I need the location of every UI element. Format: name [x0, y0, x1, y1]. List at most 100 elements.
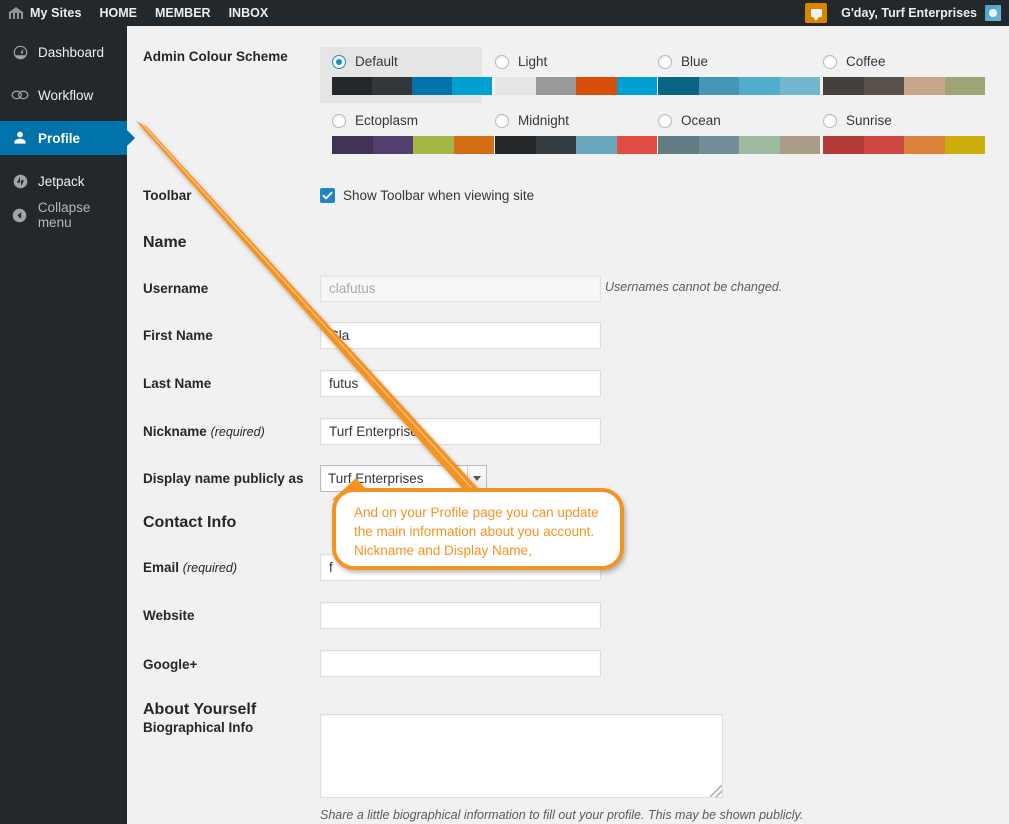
swatch	[332, 136, 373, 154]
email-label: Email (required)	[143, 560, 237, 575]
swatch	[576, 136, 617, 154]
first-name-input[interactable]	[320, 322, 601, 349]
colour-scheme-default-label: Default	[355, 54, 398, 69]
sidebar-item-profile[interactable]: Profile	[0, 121, 127, 155]
colour-scheme-ocean[interactable]: Ocean	[658, 112, 820, 154]
colour-scheme-blue[interactable]: Blue	[658, 53, 820, 95]
swatch	[904, 136, 945, 154]
adminbar-item-home-label: HOME	[100, 0, 138, 26]
admin-sidebar-menu: Dashboard Workflow Profile	[0, 26, 127, 824]
palette-sunrise	[823, 136, 985, 154]
sidebar-item-dashboard[interactable]: Dashboard	[0, 35, 127, 69]
email-required-text: (required)	[183, 561, 237, 575]
adminbar-item-member[interactable]: MEMBER	[146, 0, 220, 26]
colour-scheme-midnight-label: Midnight	[518, 113, 569, 128]
sidebar-item-jetpack[interactable]: Jetpack	[0, 164, 127, 198]
radio-default[interactable]	[332, 55, 346, 69]
adminbar-item-home[interactable]: HOME	[91, 0, 147, 26]
colour-scheme-light[interactable]: Light	[495, 53, 657, 95]
colour-scheme-coffee[interactable]: Coffee	[823, 53, 985, 95]
swatch	[452, 77, 492, 95]
colour-scheme-midnight[interactable]: Midnight	[495, 112, 657, 154]
colour-scheme-ectoplasm-label: Ectoplasm	[355, 113, 418, 128]
nickname-input[interactable]	[320, 418, 601, 445]
colour-scheme-light-label: Light	[518, 54, 547, 69]
show-toolbar-label: Show Toolbar when viewing site	[343, 188, 534, 203]
swatch	[823, 136, 864, 154]
last-name-input[interactable]	[320, 370, 601, 397]
chevron-down-icon[interactable]	[467, 466, 486, 491]
colour-scheme-ocean-label: Ocean	[681, 113, 721, 128]
biographical-info-label: Biographical Info	[143, 720, 253, 735]
contact-info-heading: Contact Info	[143, 514, 236, 532]
website-label: Website	[143, 608, 195, 623]
swatch	[658, 136, 699, 154]
colour-scheme-sunrise-label: Sunrise	[846, 113, 892, 128]
googleplus-label: Google+	[143, 657, 197, 672]
biographical-info-textarea[interactable]	[320, 714, 723, 798]
palette-default	[332, 77, 492, 95]
radio-blue[interactable]	[658, 55, 672, 69]
profile-form: Admin Colour Scheme Default Light	[127, 26, 1009, 824]
name-section-heading: Name	[143, 234, 187, 252]
workflow-links-icon	[10, 88, 30, 102]
colour-scheme-coffee-label: Coffee	[846, 54, 886, 69]
radio-sunrise[interactable]	[823, 114, 837, 128]
radio-ectoplasm[interactable]	[332, 114, 346, 128]
show-toolbar-checkbox-row[interactable]: Show Toolbar when viewing site	[320, 188, 534, 203]
swatch	[780, 136, 821, 154]
colour-scheme-ectoplasm[interactable]: Ectoplasm	[332, 112, 494, 154]
swatch	[495, 136, 536, 154]
sidebar-item-workflow-label: Workflow	[38, 88, 93, 103]
username-input	[320, 275, 601, 302]
adminbar-item-inbox[interactable]: INBOX	[220, 0, 278, 26]
adminbar-greeting[interactable]: G'day, Turf Enterprises	[841, 0, 977, 26]
swatch	[864, 77, 905, 95]
radio-coffee[interactable]	[823, 55, 837, 69]
nickname-required-text: (required)	[211, 425, 265, 439]
admin-bar: My Sites HOME MEMBER INBOX G'day, Turf E…	[0, 0, 1009, 26]
sidebar-item-collapse-menu[interactable]: Collapse menu	[0, 198, 127, 232]
swatch	[739, 77, 780, 95]
biographical-info-hint: Share a little biographical information …	[320, 808, 803, 822]
adminbar-my-sites-label: My Sites	[30, 0, 82, 26]
display-name-select[interactable]: Turf Enterprises	[320, 465, 487, 492]
toolbar-label: Toolbar	[143, 188, 192, 203]
swatch	[699, 77, 740, 95]
dashboard-icon	[10, 44, 30, 61]
username-hint: Usernames cannot be changed.	[605, 280, 782, 294]
swatch	[904, 77, 945, 95]
jetpack-icon	[10, 173, 30, 190]
avatar[interactable]	[985, 5, 1001, 21]
swatch	[454, 136, 495, 154]
adminbar-right-group: G'day, Turf Enterprises	[805, 0, 1009, 26]
swatch	[945, 136, 986, 154]
adminbar-my-sites[interactable]: My Sites	[0, 0, 91, 26]
colour-scheme-sunrise[interactable]: Sunrise	[823, 112, 985, 154]
comment-bubble-icon[interactable]	[805, 3, 827, 23]
swatch	[576, 77, 617, 95]
swatch	[945, 77, 986, 95]
googleplus-input[interactable]	[320, 650, 601, 677]
sidebar-item-workflow[interactable]: Workflow	[0, 78, 127, 112]
colour-scheme-default[interactable]: Default	[320, 47, 482, 103]
swatch	[617, 136, 658, 154]
wordpress-admin-profile-screen: My Sites HOME MEMBER INBOX G'day, Turf E…	[0, 0, 1009, 824]
adminbar-item-inbox-label: INBOX	[229, 0, 269, 26]
swatch	[780, 77, 821, 95]
email-input[interactable]	[320, 554, 601, 581]
swatch	[373, 136, 414, 154]
collapse-arrow-icon	[10, 207, 30, 224]
swatch	[332, 77, 372, 95]
sidebar-item-dashboard-label: Dashboard	[38, 45, 104, 60]
colour-scheme-blue-label: Blue	[681, 54, 708, 69]
website-input[interactable]	[320, 602, 601, 629]
swatch	[823, 77, 864, 95]
radio-light[interactable]	[495, 55, 509, 69]
radio-midnight[interactable]	[495, 114, 509, 128]
palette-coffee	[823, 77, 985, 95]
show-toolbar-checkbox[interactable]	[320, 188, 335, 203]
swatch	[864, 136, 905, 154]
radio-ocean[interactable]	[658, 114, 672, 128]
about-yourself-heading: About Yourself	[143, 701, 256, 719]
